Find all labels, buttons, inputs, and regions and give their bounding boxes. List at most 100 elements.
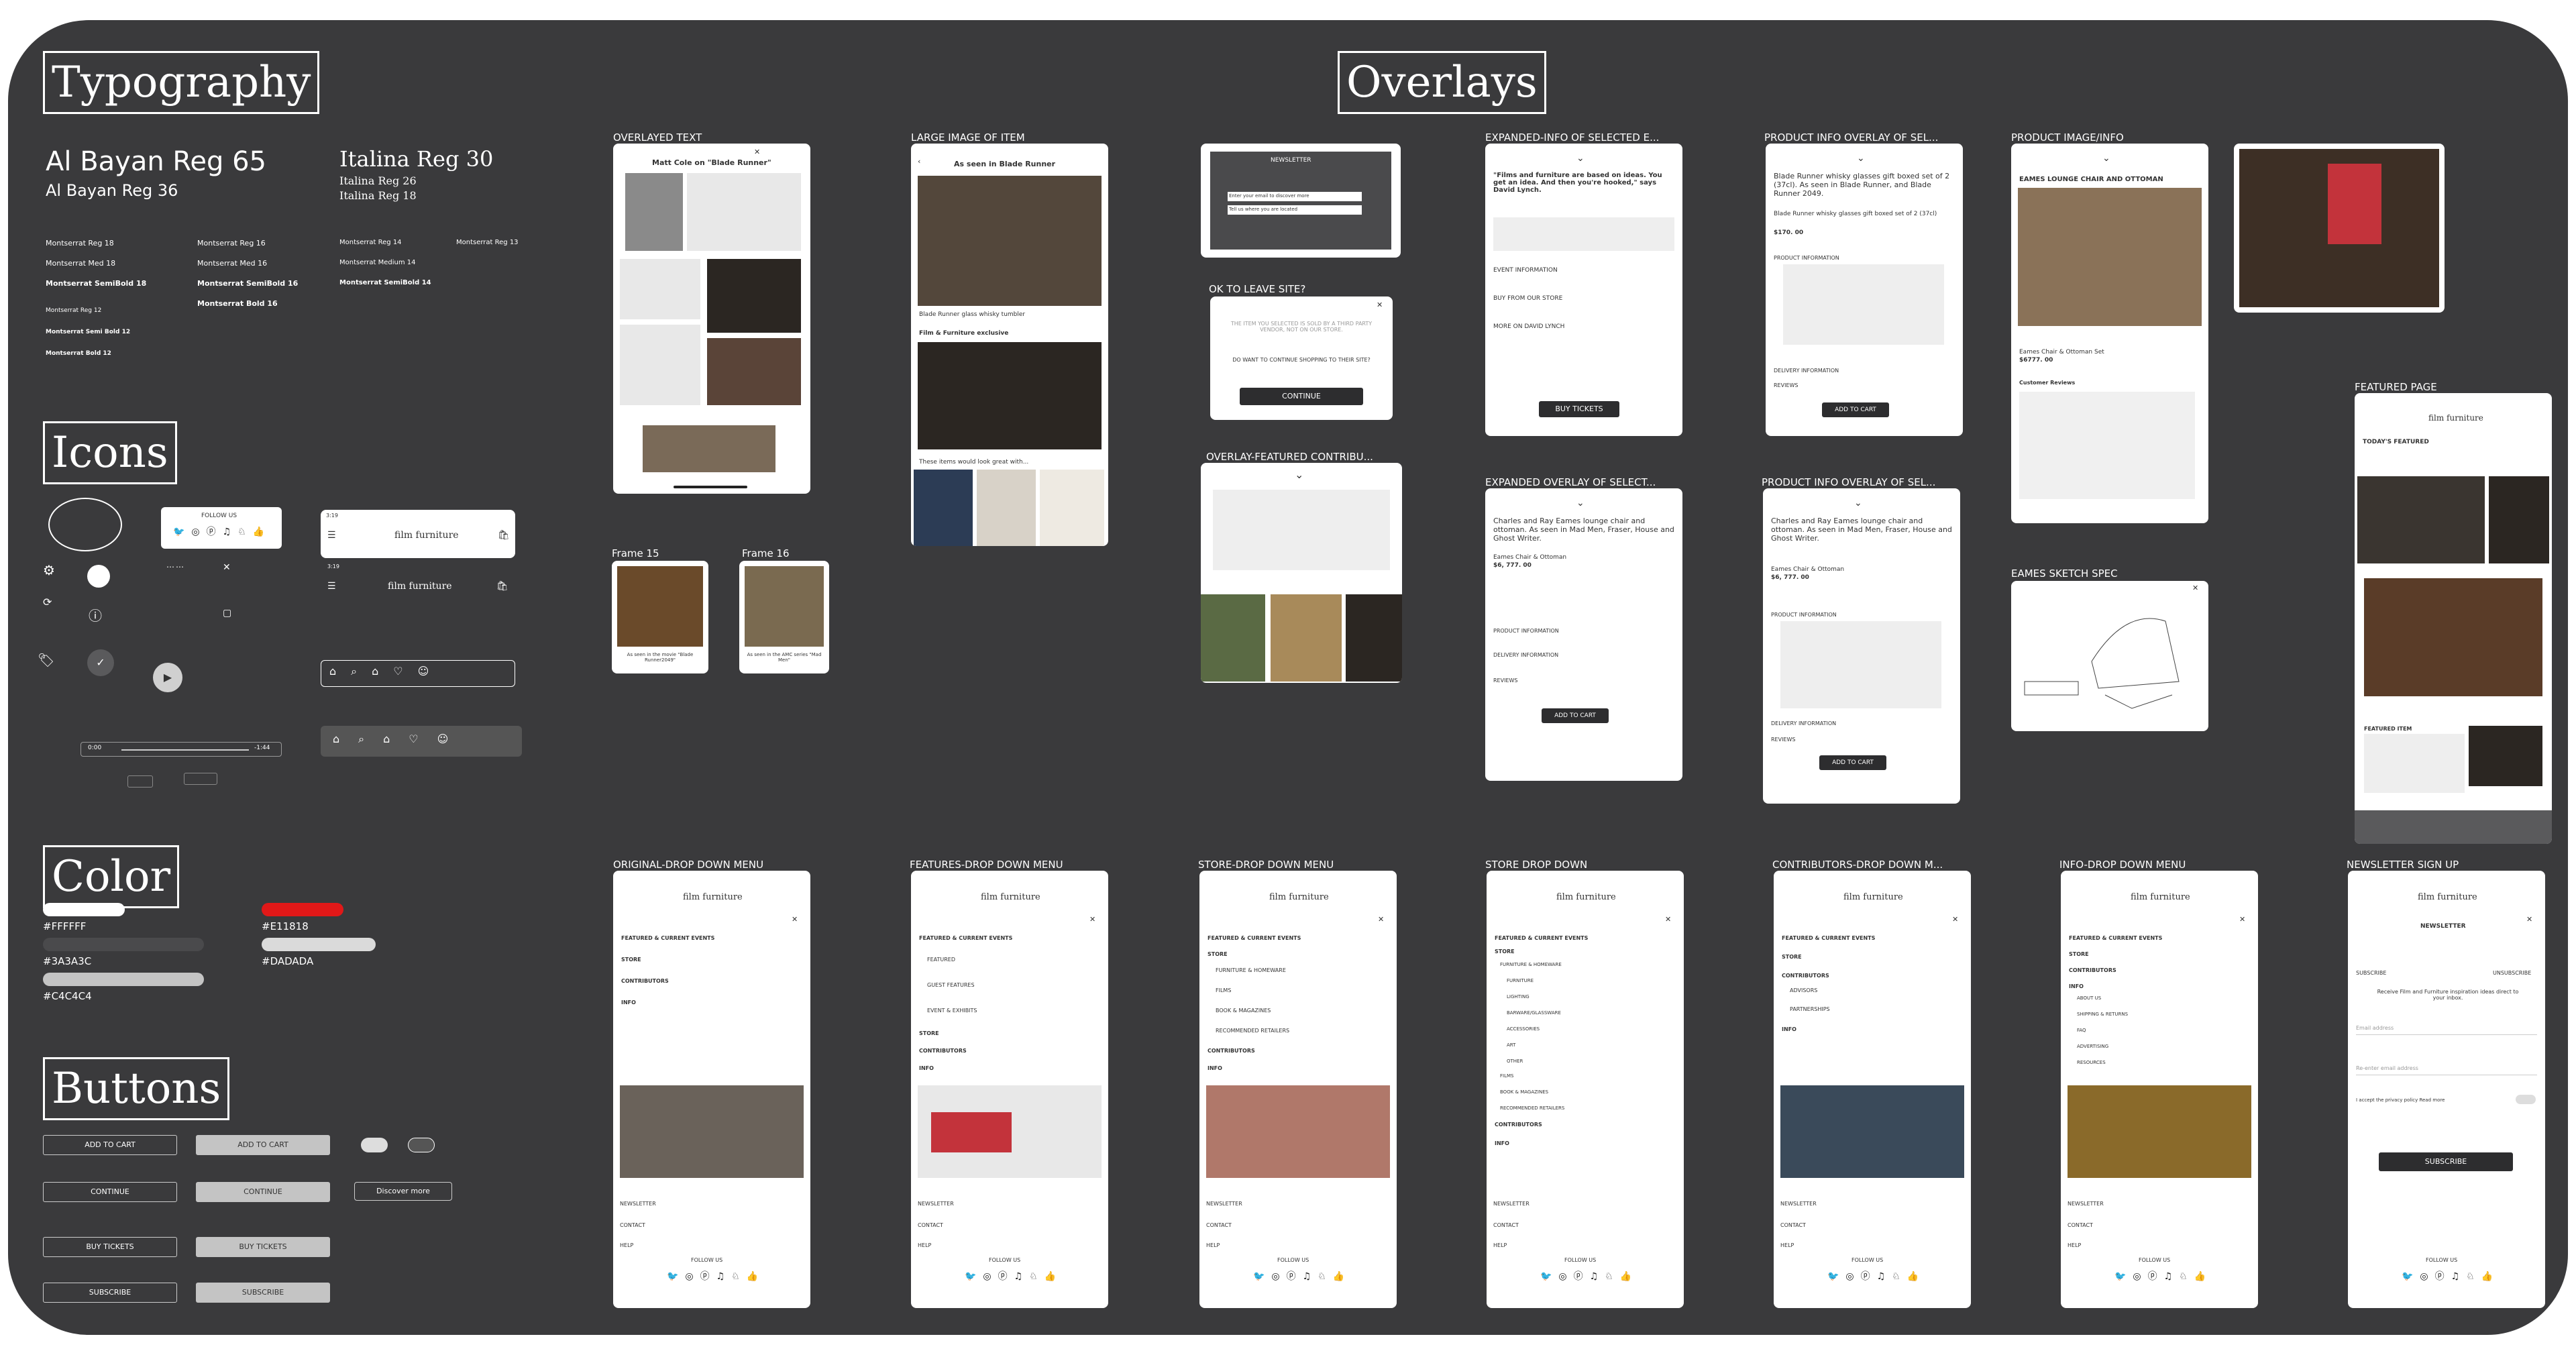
social-icons[interactable]: 🐦◎ⓟ♫♘👍 [1253,1269,1351,1283]
add-to-cart-button[interactable]: ADD TO CART [1542,708,1609,723]
menu-item[interactable]: CONTRIBUTORS [1782,973,1829,979]
menu-item[interactable]: CONTRIBUTORS [2069,967,2116,973]
more-item[interactable]: MORE ON DAVID LYNCH [1493,323,1564,330]
privacy-policy[interactable]: I accept the privacy policy Read more [2356,1097,2445,1103]
submenu-item[interactable]: BOOK & MAGAZINES [1216,1008,1271,1014]
close-icon[interactable]: ✕ [1952,915,1958,924]
settings-icon[interactable]: ⚙ [43,562,55,578]
event-info-item[interactable]: EVENT INFORMATION [1493,267,1558,274]
social-icons[interactable]: 🐦◎ⓟ♫♘👍 [667,1269,765,1283]
subscribe-tab[interactable]: SUBSCRIBE [2356,970,2386,976]
submenu-item[interactable]: BOOK & MAGAZINES [1500,1089,1548,1095]
continue-button[interactable]: CONTINUE [196,1182,330,1202]
close-icon[interactable]: ✕ [2239,915,2245,924]
reviews-item[interactable]: REVIEWS [1774,382,1799,388]
menu-item[interactable]: INFO [1495,1140,1509,1146]
submenu-item[interactable]: FURNITURE [1507,978,1534,983]
add-to-cart-outline-button[interactable]: ADD TO CART [43,1135,177,1155]
submenu-item[interactable]: OTHER [1507,1059,1523,1064]
buy-tickets-outline-button[interactable]: BUY TICKETS [43,1237,177,1257]
menu-item[interactable]: FEATURED & CURRENT EVENTS [621,935,714,941]
store-item[interactable]: BUY FROM OUR STORE [1493,295,1562,302]
footer-newsletter[interactable]: NEWSLETTER [1206,1201,1242,1207]
close-icon[interactable]: ✕ [2526,915,2532,924]
submenu-item[interactable]: FEATURED [927,957,955,963]
add-to-cart-button[interactable]: ADD TO CART [1819,755,1886,770]
submenu-item[interactable]: EVENT & EXHIBITS [927,1008,977,1014]
email-field[interactable]: Email address [2356,1025,2394,1031]
buy-tickets-button[interactable]: BUY TICKETS [1539,401,1619,417]
menu-icon[interactable]: ☰ [327,530,336,541]
subscribe-button[interactable]: SUBSCRIBE [2379,1152,2513,1171]
close-icon[interactable]: ✕ [1377,301,1383,309]
menu-item[interactable]: FEATURED & CURRENT EVENTS [1782,935,1875,941]
submenu-item[interactable]: ART [1507,1042,1515,1048]
footer-contact[interactable]: CONTACT [620,1222,645,1228]
close-icon[interactable]: ✕ [223,562,231,573]
close-icon[interactable]: ✕ [2192,584,2198,592]
menu-item[interactable]: STORE [919,1030,939,1036]
social-icons[interactable]: 🐦◎ⓟ♫♘👍 [173,525,271,538]
menu-item[interactable]: INFO [1782,1026,1796,1032]
footer-newsletter[interactable]: NEWSLETTER [1780,1201,1817,1207]
back-icon[interactable]: ‹ [918,157,920,166]
reenter-email-field[interactable]: Re-enter email address [2356,1065,2418,1071]
featured-video[interactable] [2364,578,2542,696]
submenu-item[interactable]: SHIPPING & RETURNS [2077,1012,2128,1017]
bottom-nav-filled[interactable]: ⌂⌕⌂♡☺ [321,726,522,757]
reviews-item[interactable]: REVIEWS [1771,737,1796,743]
buy-tickets-button[interactable]: BUY TICKETS [196,1237,330,1257]
menu-item[interactable]: STORE [621,957,641,963]
footer-help[interactable]: HELP [918,1242,931,1248]
footer-newsletter[interactable]: NEWSLETTER [620,1201,656,1207]
submenu-item[interactable]: GUEST FEATURES [927,982,975,988]
submenu-item[interactable]: RESOURCES [2077,1060,2106,1065]
chevron-down-icon[interactable]: ⌄ [1576,498,1585,508]
product-info-item[interactable]: PRODUCT INFORMATION [1771,612,1837,618]
footer-help[interactable]: HELP [1780,1242,1794,1248]
footer-contact[interactable]: CONTACT [918,1222,943,1228]
flower-icon[interactable] [87,565,110,588]
location-field[interactable]: Tell us where you are located [1228,205,1362,215]
close-icon[interactable]: ✕ [792,915,798,924]
chevron-down-icon[interactable]: ⌄ [1857,153,1865,164]
menu-icon[interactable]: ☰ [327,581,336,592]
play-icon[interactable]: ▶ [153,663,182,692]
footer-contact[interactable]: CONTACT [1780,1222,1806,1228]
submenu-item[interactable]: ACCESSORIES [1507,1026,1540,1032]
footer-newsletter[interactable]: NEWSLETTER [918,1201,954,1207]
footer-help[interactable]: HELP [2068,1242,2081,1248]
check-icon[interactable]: ✓ [87,649,114,676]
menu-item[interactable]: STORE [1782,954,1802,960]
add-to-cart-button[interactable]: ADD TO CART [1822,402,1889,417]
menu-item[interactable]: STORE [1495,949,1515,955]
product-info-item[interactable]: PRODUCT INFORMATION [1493,628,1559,634]
delivery-info-item[interactable]: DELIVERY INFORMATION [1771,720,1836,726]
menu-item[interactable]: FEATURED & CURRENT EVENTS [919,935,1012,941]
chevron-down-icon[interactable]: ⌄ [1854,498,1862,508]
close-icon[interactable]: ✕ [1378,915,1384,924]
submenu-item[interactable]: ADVISORS [1790,987,1817,993]
footer-contact[interactable]: CONTACT [1206,1222,1232,1228]
discover-more-button[interactable]: Discover more [354,1182,452,1201]
menu-item[interactable]: STORE [2069,951,2089,957]
submenu-item[interactable]: FILMS [1500,1073,1513,1079]
submenu-item[interactable]: PARTNERSHIPS [1790,1006,1830,1012]
footer-help[interactable]: HELP [1493,1242,1507,1248]
continue-outline-button[interactable]: CONTINUE [43,1182,177,1202]
social-icons[interactable]: 🐦◎ⓟ♫♘👍 [1540,1269,1638,1283]
bottom-nav-outline[interactable]: ⌂⌕⌂♡☺ [321,660,515,687]
mute-icon[interactable] [127,775,153,788]
submenu-item[interactable]: FURNITURE & HOMEWARE [1216,967,1286,973]
menu-item[interactable]: CONTRIBUTORS [1495,1122,1542,1128]
bottom-nav[interactable] [2355,810,2552,844]
footer-help[interactable]: HELP [620,1242,633,1248]
submenu-item[interactable]: ABOUT US [2077,995,2101,1001]
reviews-item[interactable]: REVIEWS [1493,678,1518,684]
submenu-item[interactable]: FILMS [1216,987,1231,993]
footer-newsletter[interactable]: NEWSLETTER [1493,1201,1529,1207]
add-to-cart-button[interactable]: ADD TO CART [196,1135,330,1155]
delivery-info-item[interactable]: DELIVERY INFORMATION [1774,368,1839,374]
social-icons[interactable]: 🐦◎ⓟ♫♘👍 [965,1269,1063,1283]
close-icon[interactable]: ✕ [1089,915,1095,924]
